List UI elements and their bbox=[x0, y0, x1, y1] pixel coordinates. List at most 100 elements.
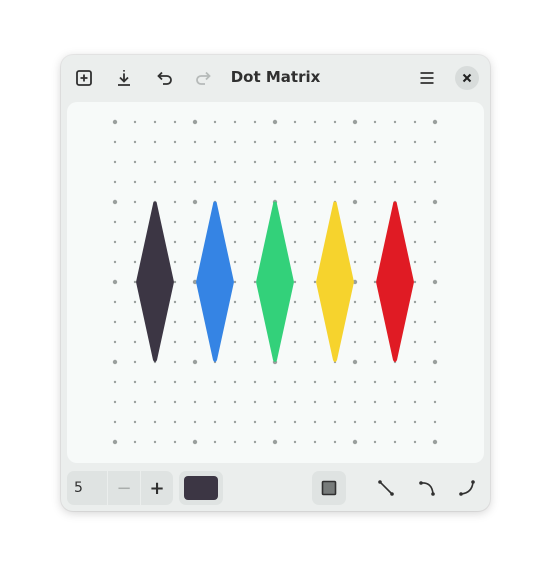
grid-dot bbox=[193, 320, 197, 324]
grid-dot bbox=[293, 180, 297, 184]
grid-dot bbox=[173, 440, 177, 444]
grid-dot bbox=[433, 300, 437, 304]
grid-dot bbox=[293, 260, 297, 264]
diamond-yellow[interactable] bbox=[316, 201, 354, 362]
grid-dot bbox=[333, 420, 337, 424]
grid-dot bbox=[413, 440, 417, 444]
grid-dot bbox=[273, 160, 277, 164]
grid-dot bbox=[293, 440, 297, 444]
grid-dot bbox=[333, 140, 337, 144]
grid-dot bbox=[273, 180, 277, 184]
grid-dot bbox=[153, 180, 157, 184]
diamond-dark[interactable] bbox=[136, 201, 174, 362]
grid-dot bbox=[413, 220, 417, 224]
grid-dot bbox=[313, 180, 317, 184]
grid-dot bbox=[113, 220, 117, 224]
redo-icon bbox=[196, 71, 211, 85]
grid-dot bbox=[133, 420, 137, 424]
grid-dot bbox=[253, 200, 257, 204]
grid-dot bbox=[413, 280, 417, 284]
grid-dot bbox=[393, 140, 397, 144]
grid-dot bbox=[293, 220, 297, 224]
grid-dot bbox=[113, 380, 117, 384]
diamond-green[interactable] bbox=[256, 201, 294, 362]
redo-button[interactable] bbox=[190, 64, 218, 92]
grid-dot bbox=[153, 400, 157, 404]
grid-dot bbox=[233, 320, 237, 324]
decrease-width-button[interactable]: − bbox=[107, 471, 140, 505]
grid-dot bbox=[173, 260, 177, 264]
grid-dot bbox=[233, 160, 237, 164]
increase-width-button[interactable]: + bbox=[140, 471, 173, 505]
grid-dot bbox=[233, 280, 237, 284]
drawing-canvas[interactable] bbox=[67, 102, 484, 463]
current-color-swatch bbox=[184, 476, 218, 500]
grid-dot bbox=[133, 440, 137, 444]
curve-down-tool-button[interactable] bbox=[410, 471, 444, 505]
undo-button[interactable] bbox=[150, 64, 178, 92]
color-picker-button[interactable] bbox=[179, 471, 223, 505]
grid-dot bbox=[373, 360, 377, 364]
grid-dot bbox=[353, 160, 357, 164]
grid-dot bbox=[213, 180, 217, 184]
grid-dot bbox=[373, 420, 377, 424]
grid-dot bbox=[353, 240, 357, 244]
grid-dot bbox=[213, 140, 217, 144]
grid-dot bbox=[233, 440, 237, 444]
grid-dot bbox=[113, 260, 117, 264]
grid-dot bbox=[113, 140, 117, 144]
export-icon bbox=[118, 70, 130, 86]
grid-dot bbox=[233, 420, 237, 424]
grid-dot bbox=[133, 280, 137, 284]
major-grid-dot bbox=[112, 199, 118, 205]
grid-dot bbox=[353, 260, 357, 264]
grid-dot bbox=[313, 440, 317, 444]
grid-dot bbox=[113, 300, 117, 304]
grid-dot bbox=[353, 340, 357, 344]
major-grid-dot bbox=[192, 119, 198, 125]
grid-dot bbox=[113, 420, 117, 424]
dot-grid-canvas[interactable] bbox=[67, 102, 484, 463]
grid-dot bbox=[433, 340, 437, 344]
undo-icon bbox=[157, 71, 172, 85]
major-grid-dot bbox=[112, 359, 118, 365]
grid-dot bbox=[413, 420, 417, 424]
curve-up-tool-button[interactable] bbox=[450, 471, 484, 505]
new-canvas-button[interactable] bbox=[70, 64, 98, 92]
drawn-shapes bbox=[136, 201, 414, 362]
main-menu-button[interactable] bbox=[413, 64, 441, 92]
grid-dot bbox=[113, 320, 117, 324]
stroke-width-value[interactable]: 5 bbox=[67, 480, 107, 496]
grid-dot bbox=[253, 400, 257, 404]
grid-dot bbox=[433, 160, 437, 164]
stroke-width-spinner[interactable]: 5 − + bbox=[67, 471, 173, 505]
grid-dot bbox=[373, 380, 377, 384]
major-grid-dot bbox=[112, 439, 118, 445]
grid-dot bbox=[373, 140, 377, 144]
grid-dot bbox=[253, 140, 257, 144]
grid-dot bbox=[373, 300, 377, 304]
grid-dot bbox=[373, 200, 377, 204]
major-grid-dot bbox=[192, 359, 198, 365]
grid-dot bbox=[193, 340, 197, 344]
grid-dot bbox=[433, 180, 437, 184]
grid-dot bbox=[193, 300, 197, 304]
export-button[interactable] bbox=[110, 64, 138, 92]
grid-dot bbox=[253, 320, 257, 324]
grid-dot bbox=[293, 140, 297, 144]
grid-dot bbox=[333, 160, 337, 164]
major-grid-dot bbox=[272, 119, 278, 125]
diamond-red[interactable] bbox=[376, 201, 414, 362]
grid-dot bbox=[373, 280, 377, 284]
curve-down-icon bbox=[419, 481, 435, 496]
close-button[interactable] bbox=[455, 66, 479, 90]
grid-dot bbox=[333, 380, 337, 384]
square-tool-button[interactable] bbox=[312, 471, 346, 505]
grid-dot bbox=[413, 260, 417, 264]
grid-dot bbox=[313, 120, 317, 124]
grid-dot bbox=[293, 380, 297, 384]
grid-dot bbox=[413, 300, 417, 304]
diamond-blue[interactable] bbox=[196, 201, 234, 362]
line-tool-button[interactable] bbox=[369, 471, 403, 505]
grid-dot bbox=[133, 240, 137, 244]
